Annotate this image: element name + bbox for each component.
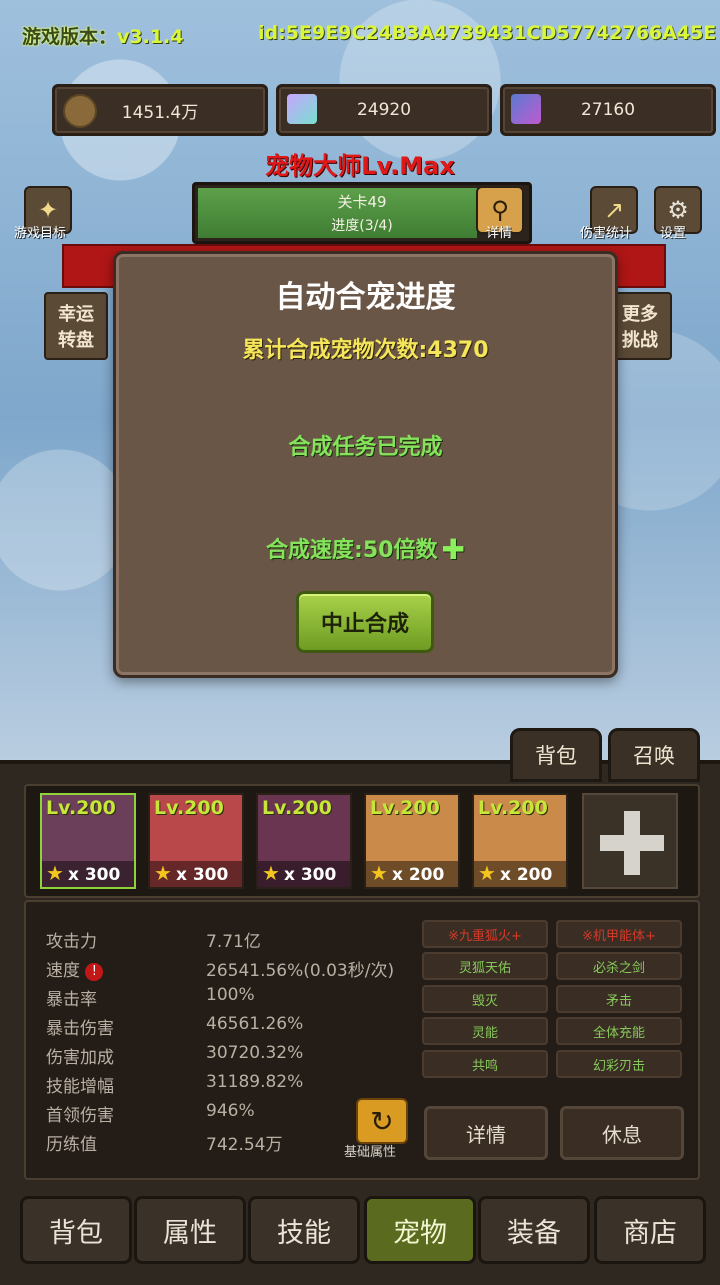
resource-crystals: 24920 xyxy=(276,84,492,136)
star-icon: ★ xyxy=(46,861,64,885)
version-text: 游戏版本：v3.1.4 xyxy=(22,26,184,48)
stat-label: 伤害加成 xyxy=(46,1048,114,1068)
pet-count: ★ x 200 xyxy=(474,861,566,887)
player-title: 宠物大师Lv.Max xyxy=(265,152,455,180)
skill-tag[interactable]: ※九重狐火+ xyxy=(422,920,548,948)
lucky-wheel-label-1: 幸运 xyxy=(58,304,94,325)
pet-slots: Lv.200 ★ x 300 Lv.200 ★ x 300 Lv.200 ★ x 30… xyxy=(24,784,700,898)
stat-label: 攻击力 xyxy=(46,932,97,952)
summon-tab[interactable]: 召唤 xyxy=(608,728,700,782)
stat-value: 30720.32% xyxy=(206,1043,304,1063)
pet-count: ★ x 200 xyxy=(366,861,458,887)
more-challenge-label-1: 更多 xyxy=(622,304,658,325)
pet-level: Lv.200 xyxy=(370,797,440,819)
rest-button[interactable]: 休息 xyxy=(560,1106,684,1160)
stat-label: 暴击伤害 xyxy=(46,1019,114,1039)
pet-slot-2[interactable]: Lv.200 ★ x 300 xyxy=(148,793,244,889)
pet-slot-3[interactable]: Lv.200 ★ x 300 xyxy=(256,793,352,889)
damage-stats-label: 伤害统计 xyxy=(580,226,633,241)
pet-level: Lv.200 xyxy=(154,797,224,819)
pet-count: ★ x 300 xyxy=(150,861,242,887)
star-icon: ★ xyxy=(370,861,388,885)
crystal-icon xyxy=(287,94,317,124)
merge-speed-text: 合成速度:50倍数 xyxy=(266,538,438,563)
star-sparkle-icon: ✦ xyxy=(37,196,59,224)
pet-level: Lv.200 xyxy=(478,797,548,819)
stat-value: 7.71亿 xyxy=(206,932,261,952)
merge-done-text: 合成任务已完成 xyxy=(288,435,443,460)
pet-slot-4[interactable]: Lv.200 ★ x 200 xyxy=(364,793,460,889)
more-challenge-label-2: 挑战 xyxy=(622,330,658,351)
stat-value: 31189.82% xyxy=(206,1072,304,1092)
stat-value: 742.54万 xyxy=(206,1135,283,1155)
skill-tag[interactable]: 必杀之剑 xyxy=(556,952,682,980)
details-label: 详情 xyxy=(486,226,513,241)
stat-label: 首领伤害 xyxy=(46,1106,114,1126)
resource-cards: 27160 xyxy=(500,84,716,136)
add-pet-button[interactable] xyxy=(582,793,678,889)
nav-attributes[interactable]: 属性 xyxy=(134,1196,246,1264)
stat-label: 暴击率 xyxy=(46,990,97,1010)
backpack-tab[interactable]: 背包 xyxy=(510,728,602,782)
star-icon: ★ xyxy=(262,861,280,885)
pet-count: ★ x 300 xyxy=(42,861,134,887)
nav-backpack[interactable]: 背包 xyxy=(20,1196,132,1264)
stat-value: 26541.56%(0.03秒/次) xyxy=(206,961,395,981)
merge-speed: 合成速度:50倍数 ✚ xyxy=(116,532,615,566)
pet-count: ★ x 300 xyxy=(258,861,350,887)
nav-equipment[interactable]: 装备 xyxy=(478,1196,590,1264)
lucky-wheel-button[interactable]: 幸运 转盘 xyxy=(44,292,108,360)
settings-label: 设置 xyxy=(660,226,687,241)
modal-title: 自动合宠进度 xyxy=(275,280,456,315)
stat-label: 技能增幅 xyxy=(46,1077,114,1097)
user-id: id:5E9E9C24B3A4739431CD57742766A45E xyxy=(258,22,717,44)
skill-tag[interactable]: 毁灭 xyxy=(422,985,548,1013)
auto-merge-modal: 自动合宠进度 累计合成宠物次数:4370 合成任务已完成 合成速度:50倍数 ✚ … xyxy=(113,251,618,678)
lucky-wheel-label-2: 转盘 xyxy=(58,330,94,351)
nav-shop[interactable]: 商店 xyxy=(594,1196,706,1264)
pet-level: Lv.200 xyxy=(46,797,116,819)
refresh-icon: ↻ xyxy=(370,1104,394,1138)
star-icon: ★ xyxy=(478,861,496,885)
stat-value: 46561.26% xyxy=(206,1014,304,1034)
pet-slot-5[interactable]: Lv.200 ★ x 200 xyxy=(472,793,568,889)
stat-label: 历练值 xyxy=(46,1135,97,1155)
merge-count: 累计合成宠物次数:4370 xyxy=(242,338,489,363)
coin-icon xyxy=(63,94,97,128)
nav-pets[interactable]: 宠物 xyxy=(364,1196,476,1264)
stat-value: 100% xyxy=(206,985,255,1005)
stop-merge-button[interactable]: 中止合成 xyxy=(296,591,434,653)
skill-tag[interactable]: 矛击 xyxy=(556,985,682,1013)
skill-tag[interactable]: ※机甲能体+ xyxy=(556,920,682,948)
basic-attributes-label: 基础属性 xyxy=(344,1145,397,1160)
basic-attributes-button[interactable]: ↻ xyxy=(356,1098,408,1144)
star-icon: ★ xyxy=(154,861,172,885)
stat-label: 速度 ! xyxy=(46,956,104,981)
magnifier-icon: ⚲ xyxy=(491,196,509,224)
warning-icon[interactable]: ! xyxy=(85,963,104,981)
stat-value: 946% xyxy=(206,1101,255,1121)
skill-tag[interactable]: 灵狐天佑 xyxy=(422,952,548,980)
card-icon xyxy=(511,94,541,124)
game-goal-label: 游戏目标 xyxy=(14,226,67,241)
skill-tag[interactable]: 幻彩刃击 xyxy=(556,1050,682,1078)
plus-icon[interactable]: ✚ xyxy=(441,533,464,566)
skill-tag[interactable]: 共鸣 xyxy=(422,1050,548,1078)
gear-icon: ⚙ xyxy=(667,196,689,224)
nav-skills[interactable]: 技能 xyxy=(248,1196,360,1264)
skill-tag[interactable]: 全体充能 xyxy=(556,1017,682,1045)
chart-icon: ↗ xyxy=(603,196,625,224)
detail-button[interactable]: 详情 xyxy=(424,1106,548,1160)
pet-slot-1[interactable]: Lv.200 ★ x 300 xyxy=(40,793,136,889)
resource-coins: 1451.4万 xyxy=(52,84,268,136)
pet-level: Lv.200 xyxy=(262,797,332,819)
skill-tag[interactable]: 灵能 xyxy=(422,1017,548,1045)
